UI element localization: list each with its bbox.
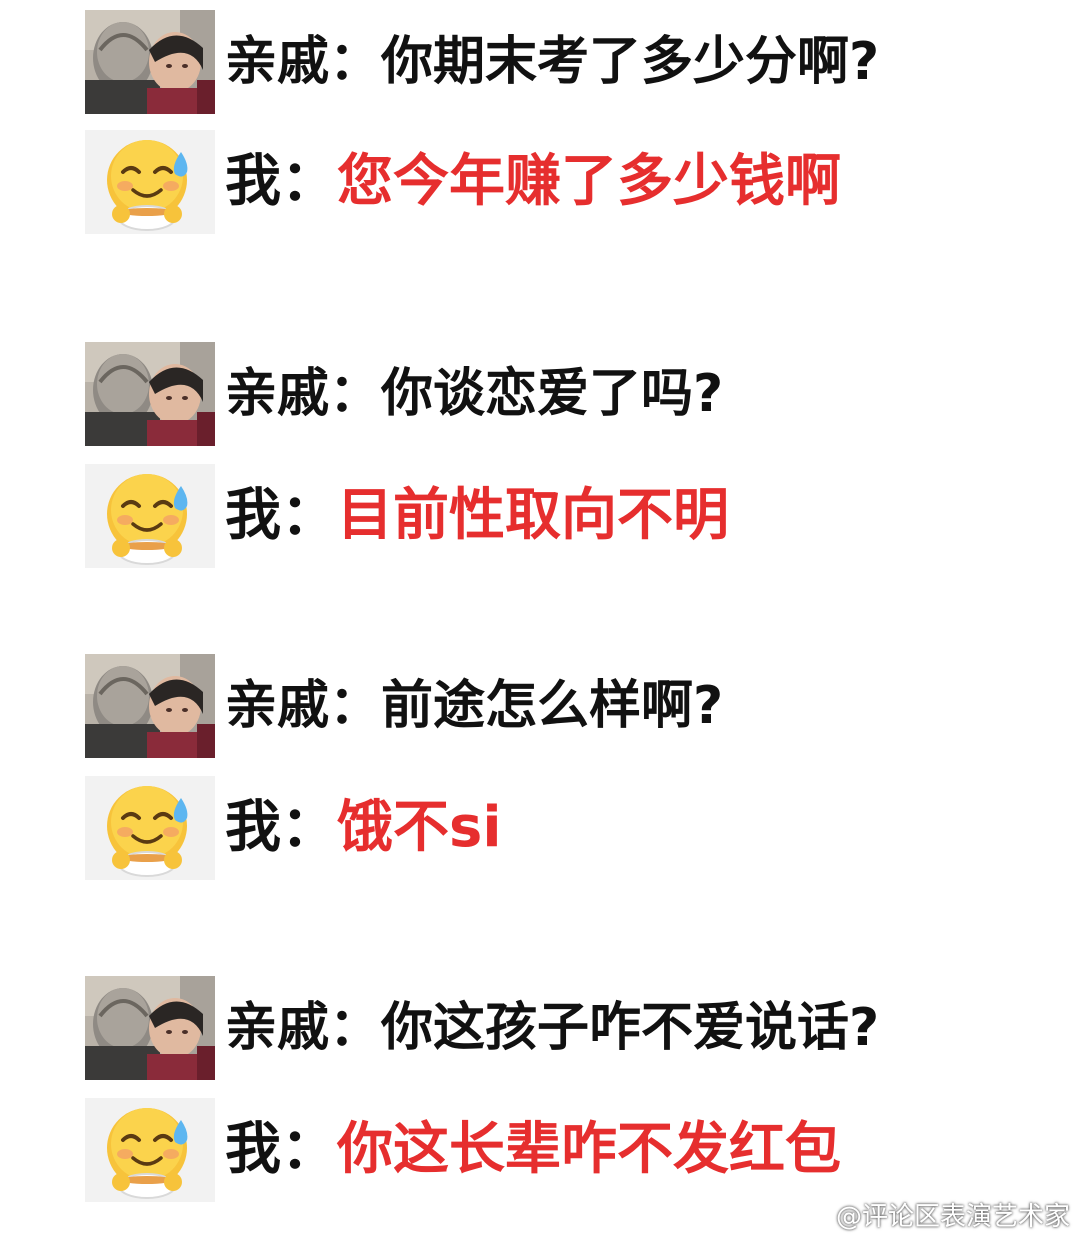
me-label: 我： [225, 795, 337, 860]
relative-message-text: 亲戚：你谈恋爱了吗? [225, 368, 723, 420]
my-reply: 您今年赚了多少钱啊 [337, 149, 841, 214]
me-label: 我： [225, 483, 337, 548]
me-label: 我： [225, 149, 337, 214]
watermark-text: @评论区表演艺术家 [835, 1202, 1070, 1232]
my-reply-text: 我：您今年赚了多少钱啊 [225, 154, 841, 210]
relative-label: 亲戚： [225, 364, 382, 424]
my-reply: 你这长辈咋不发红包 [337, 1117, 841, 1182]
my-reply-text: 我：饿不si [225, 800, 502, 856]
relative-label: 亲戚： [225, 32, 382, 92]
my-reply-row-3: 我：饿不si [85, 776, 502, 880]
relative-message-text: 亲戚：你这孩子咋不爱说话? [225, 1002, 879, 1054]
me-label: 我： [225, 1117, 337, 1182]
relative-question: 你期末考了多少分啊? [381, 32, 880, 92]
my-reply-row-1: 我：您今年赚了多少钱啊 [85, 130, 841, 234]
sweat-smile-emoji-icon [85, 130, 215, 234]
my-reply: 饿不si [337, 795, 502, 860]
relative-message-row-1: 亲戚：你期末考了多少分啊? [85, 10, 879, 114]
relatives-avatar-image [85, 654, 215, 758]
relative-message-row-4: 亲戚：你这孩子咋不爱说话? [85, 976, 879, 1080]
relative-question: 你谈恋爱了吗? [381, 364, 724, 424]
my-reply-text: 我：目前性取向不明 [225, 488, 729, 544]
relative-question: 前途怎么样啊? [381, 676, 724, 736]
relative-message-text: 亲戚：你期末考了多少分啊? [225, 36, 879, 88]
relative-question: 你这孩子咋不爱说话? [381, 998, 880, 1058]
relative-label: 亲戚： [225, 998, 382, 1058]
relative-message-text: 亲戚：前途怎么样啊? [225, 680, 723, 732]
relatives-avatar-image [85, 10, 215, 114]
my-reply-text: 我：你这长辈咋不发红包 [225, 1122, 841, 1178]
relative-message-row-3: 亲戚：前途怎么样啊? [85, 654, 723, 758]
relatives-avatar-image [85, 976, 215, 1080]
my-reply-row-2: 我：目前性取向不明 [85, 464, 729, 568]
my-reply: 目前性取向不明 [337, 483, 729, 548]
relative-message-row-2: 亲戚：你谈恋爱了吗? [85, 342, 723, 446]
sweat-smile-emoji-icon [85, 776, 215, 880]
weibo-icon [796, 1204, 828, 1228]
relatives-avatar-image [85, 342, 215, 446]
relative-label: 亲戚： [225, 676, 382, 736]
watermark: @评论区表演艺术家 [796, 1196, 1070, 1233]
sweat-smile-emoji-icon [85, 1098, 215, 1202]
my-reply-row-4: 我：你这长辈咋不发红包 [85, 1098, 841, 1202]
sweat-smile-emoji-icon [85, 464, 215, 568]
